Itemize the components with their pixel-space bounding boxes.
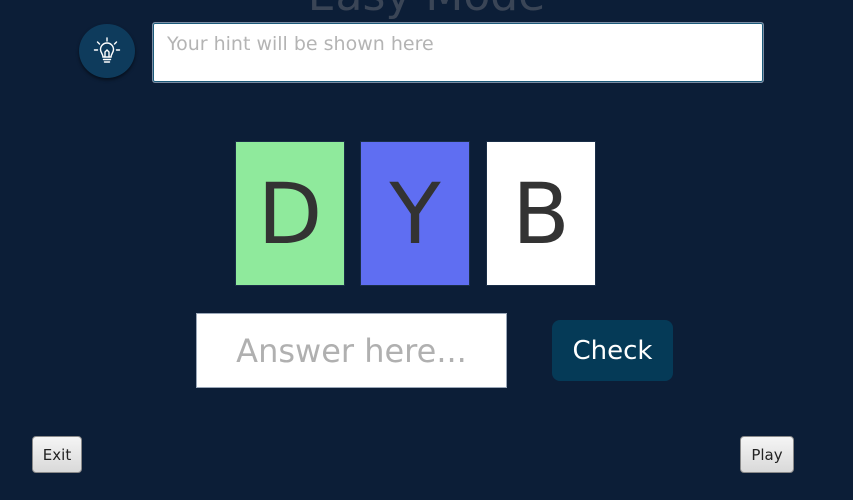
hint-display: Your hint will be shown here — [152, 22, 764, 83]
letter-tile-2: Y — [360, 141, 470, 286]
letter-tile-1: D — [235, 141, 345, 286]
exit-button[interactable]: Exit — [32, 436, 82, 473]
page-title: Easy Mode — [0, 0, 853, 18]
lightbulb-icon — [92, 36, 122, 66]
letter-tile-3: B — [486, 141, 596, 286]
check-button[interactable]: Check — [552, 320, 673, 381]
answer-input[interactable]: Answer here... — [196, 313, 507, 388]
hint-button[interactable] — [79, 24, 135, 78]
play-button[interactable]: Play — [740, 436, 794, 473]
